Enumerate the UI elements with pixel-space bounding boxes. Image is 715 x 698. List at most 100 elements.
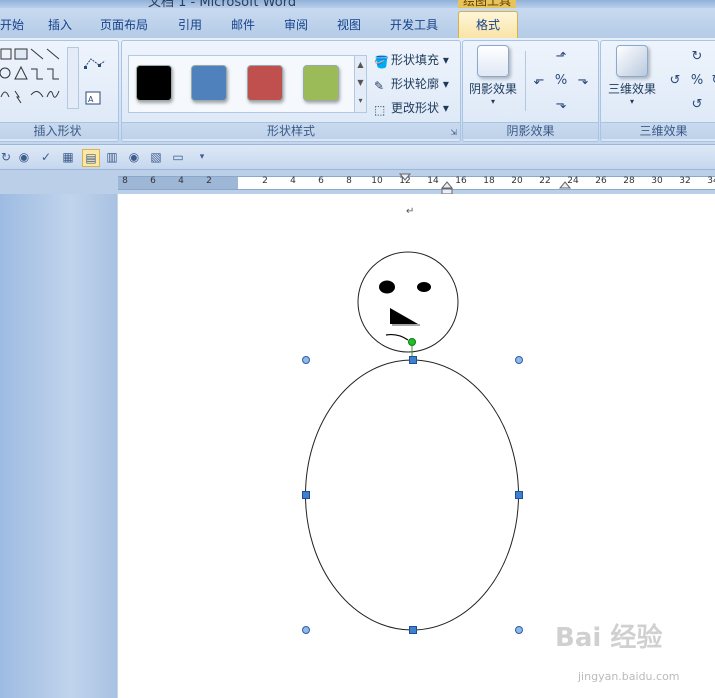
ruler-number: 30 xyxy=(651,176,663,186)
resize-handle-right[interactable] xyxy=(515,491,523,499)
3d-effects-icon xyxy=(616,45,648,77)
ruler-number: 6 xyxy=(318,176,324,186)
redo-icon[interactable]: ↻ xyxy=(0,149,14,165)
ruler-number: 4 xyxy=(178,176,184,186)
tab-references[interactable]: 引用 xyxy=(178,16,202,33)
shape-fill-button[interactable]: 🪣 形状填充 ▾ xyxy=(374,51,449,69)
tab-insert[interactable]: 插入 xyxy=(48,16,72,33)
customize-toolbar-icon[interactable]: ▾ xyxy=(194,149,210,165)
resize-handle-top[interactable] xyxy=(409,356,417,364)
resize-handle-bottom[interactable] xyxy=(409,626,417,634)
pen-icon: ✎ xyxy=(374,79,385,93)
shadow-effects-icon xyxy=(477,45,509,77)
ruler-number: 16 xyxy=(455,176,467,186)
context-tab-title: 绘图工具 xyxy=(458,0,516,8)
group-insert-shapes: A 插入形状 xyxy=(0,40,119,142)
nudge-shadow-down-icon[interactable]: ⬎ xyxy=(553,97,569,113)
snowman-head[interactable] xyxy=(357,251,459,353)
group-label-shape-styles: 形状样式 xyxy=(122,122,460,139)
ruler-number: 20 xyxy=(511,176,523,186)
style-swatch-black[interactable] xyxy=(136,65,172,101)
shape-outline-button[interactable]: ✎ 形状轮廓 ▾ xyxy=(374,75,449,93)
change-shape-button[interactable]: ⬚ 更改形状 ▾ xyxy=(374,99,449,117)
svg-text:A: A xyxy=(88,95,94,104)
ruler-number: 28 xyxy=(623,176,635,186)
style-swatch-red[interactable] xyxy=(247,65,283,101)
nudge-shadow-up-icon[interactable]: ⬏ xyxy=(553,49,569,65)
tab-developer[interactable]: 开发工具 xyxy=(390,16,438,33)
group-label-insert-shapes: 插入形状 xyxy=(0,122,118,139)
watermark-url: jingyan.baidu.com xyxy=(578,670,680,683)
right-indent-marker[interactable] xyxy=(558,180,572,192)
tab-home[interactable]: 开始 xyxy=(0,16,24,33)
shapes-gallery-scroll[interactable] xyxy=(67,47,79,109)
ruler-number: 2 xyxy=(262,176,268,186)
ruler-number: 2 xyxy=(206,176,212,186)
left-pane xyxy=(0,194,117,698)
group-shadow-effects: 阴影效果 ▾ ⬏ ⬐ % ⬎ ⬎ 阴影效果 xyxy=(462,40,599,142)
resize-handle-top-right[interactable] xyxy=(515,356,523,364)
ruler-number: 8 xyxy=(346,176,352,186)
group-shape-styles: ▲ ▼ ▾ 🪣 形状填充 ▾ ✎ 形状轮廓 ▾ ⬚ 更改形状 ▾ 形状样式 ⇲ xyxy=(121,40,461,142)
title-bar: 文档 1 - Microsoft Word 绘图工具 xyxy=(0,0,715,8)
resize-handle-left[interactable] xyxy=(302,491,310,499)
ruler-number: 6 xyxy=(150,176,156,186)
window-title: 文档 1 - Microsoft Word xyxy=(148,0,297,8)
shadow-toggle-icon[interactable]: % xyxy=(553,73,569,89)
ruler-number: 8 xyxy=(122,176,128,186)
snowman-body[interactable] xyxy=(305,359,519,631)
rotation-handle[interactable] xyxy=(408,338,416,346)
paint-bucket-icon: 🪣 xyxy=(374,55,389,69)
table-icon[interactable]: ▥ xyxy=(104,149,120,165)
tilt-right-icon[interactable]: ↻ xyxy=(709,73,715,89)
style-swatch-blue[interactable] xyxy=(191,65,227,101)
ruler-number: 22 xyxy=(539,176,551,186)
ruler-number: 18 xyxy=(483,176,495,186)
tab-review[interactable]: 审阅 xyxy=(284,16,308,33)
print-preview-icon[interactable]: ▭ xyxy=(170,149,186,165)
ruler-number: 26 xyxy=(595,176,607,186)
3d-toggle-icon[interactable]: % xyxy=(689,73,705,89)
tab-view[interactable]: 视图 xyxy=(337,16,361,33)
ruler-number: 34 xyxy=(707,176,715,186)
text-box-icon[interactable]: A xyxy=(85,91,101,105)
3d-effects-button[interactable]: 三维效果 ▾ xyxy=(603,45,661,106)
ruler-number: 14 xyxy=(427,176,439,186)
globe-icon[interactable]: ◉ xyxy=(16,149,32,165)
ruler-number: 10 xyxy=(371,176,383,186)
snowman-right-eye[interactable] xyxy=(417,282,431,292)
dialog-launcher-icon[interactable]: ⇲ xyxy=(450,128,457,137)
spelling-icon[interactable]: ✓ xyxy=(38,149,54,165)
tilt-down-icon[interactable]: ↺ xyxy=(689,97,705,113)
quick-toolbar: ↻ ◉ ✓ ▦ ▤ ▥ ◉ ▧ ▭ ▾ xyxy=(0,145,715,170)
style-gallery-scroll[interactable]: ▲ ▼ ▾ xyxy=(354,55,367,113)
insert-chart-icon[interactable]: ▦ xyxy=(60,149,76,165)
ruler-number: 32 xyxy=(679,176,691,186)
watermark-logo: Bai 经验 xyxy=(555,623,663,653)
tilt-up-icon[interactable]: ↻ xyxy=(689,49,705,65)
tab-mailings[interactable]: 邮件 xyxy=(231,16,255,33)
group-label-shadow-effects: 阴影效果 xyxy=(463,122,598,139)
style-swatch-green[interactable] xyxy=(303,65,339,101)
group-3d-effects: 三维效果 ▾ ↻ ↺ % ↻ ↺ 三维效果 xyxy=(600,40,715,142)
resize-handle-bottom-left[interactable] xyxy=(302,626,310,634)
resize-handle-bottom-right[interactable] xyxy=(515,626,523,634)
snowman-left-eye[interactable] xyxy=(379,280,395,294)
ribbon-tabs: 开始 插入 页面布局 引用 邮件 审阅 视图 开发工具 格式 xyxy=(0,8,715,40)
first-line-indent-marker[interactable] xyxy=(398,172,412,196)
ruler-number: 4 xyxy=(290,176,296,186)
globe-green-icon[interactable]: ◉ xyxy=(126,149,142,165)
document-icon[interactable]: ▤ xyxy=(82,149,100,167)
shadow-effects-button[interactable]: 阴影效果 ▾ xyxy=(465,45,521,106)
nudge-shadow-right-icon[interactable]: ⬎ xyxy=(575,73,591,89)
tab-page-layout[interactable]: 页面布局 xyxy=(100,16,148,33)
edit-points-icon[interactable] xyxy=(83,55,107,71)
group-label-3d-effects: 三维效果 xyxy=(601,122,715,139)
change-shape-icon: ⬚ xyxy=(374,103,386,117)
ribbon: A 插入形状 ▲ ▼ ▾ 🪣 形状填充 ▾ ✎ 形状轮廓 ▾ ⬚ 更改形状 ▾ 形状样式 … xyxy=(0,38,715,145)
nudge-shadow-left-icon[interactable]: ⬐ xyxy=(531,73,547,89)
tilt-left-icon[interactable]: ↺ xyxy=(667,73,683,89)
columns-icon[interactable]: ▧ xyxy=(148,149,164,165)
tab-format[interactable]: 格式 xyxy=(458,11,518,40)
resize-handle-top-left[interactable] xyxy=(302,356,310,364)
